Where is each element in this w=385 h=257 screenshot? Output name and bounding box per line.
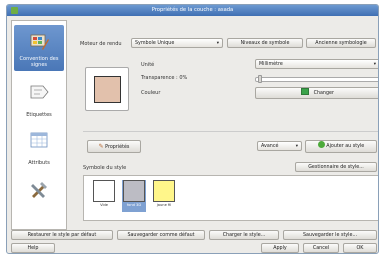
cancel-button[interactable]: Cancel: [303, 243, 339, 253]
style-symbol[interactable]: jaune fil: [152, 180, 176, 212]
sidebar-item-general[interactable]: [14, 173, 64, 219]
add-icon: [317, 141, 325, 148]
chevron-down-icon: ▾: [295, 144, 298, 149]
chevron-down-icon: ▾: [373, 62, 376, 67]
old-symbology-button[interactable]: Ancienne symbologie: [306, 38, 376, 48]
ok-button[interactable]: OK: [343, 243, 377, 253]
symbol-swatch: [123, 180, 145, 202]
label-icon: [30, 85, 49, 99]
change-label: Changer: [313, 91, 334, 96]
sidebar-item-label: Convention des signes: [19, 56, 59, 68]
renderer-label: Moteur de rendu: [80, 41, 122, 47]
transparency-slider[interactable]: [255, 77, 378, 82]
properties-label: Propriétés: [105, 145, 130, 150]
save-style-button[interactable]: Sauvegarder le style...: [283, 230, 377, 240]
restore-default-style-button[interactable]: Restaurer le style par défaut: [11, 230, 113, 240]
transparency-slider-handle[interactable]: [258, 75, 262, 83]
title-bar: Propriétés de la couche : asada: [7, 5, 378, 16]
add-to-style-button[interactable]: Ajouter au style: [305, 140, 377, 153]
apply-button[interactable]: Apply: [261, 243, 299, 253]
color-label: Couleur: [141, 90, 161, 96]
properties-button[interactable]: ✎ Propriétés: [87, 140, 141, 153]
style-manager-button[interactable]: Gestionnaire de style...: [295, 162, 377, 172]
help-button[interactable]: Help: [11, 243, 55, 253]
symbol-name: Vide: [100, 203, 108, 207]
symbol-levels-button[interactable]: Niveaux de symbole: [227, 38, 303, 48]
color-sample: [301, 88, 310, 95]
renderer-value: Symbole Unique: [135, 41, 175, 46]
load-style-button[interactable]: Charger le style...: [209, 230, 279, 240]
style-section-title: Symbole du style: [83, 165, 127, 171]
app-icon: [11, 7, 18, 14]
symbol-swatch: [153, 180, 175, 202]
window-title: Propriétés de la couche : asada: [151, 7, 234, 13]
sidebar-item-labels[interactable]: Etiquettes: [14, 75, 64, 121]
layer-properties-dialog: Propriétés de la couche : asada Conventi…: [6, 4, 379, 254]
symbol-name: jaune fil: [156, 203, 172, 207]
style-symbol-list: Vide fond 3D jaune fil: [83, 175, 378, 221]
advanced-menu[interactable]: Avancé ▾: [257, 141, 302, 151]
style-symbol[interactable]: fond 3D: [122, 180, 146, 212]
renderer-select[interactable]: Symbole Unique ▾: [131, 38, 223, 48]
table-icon: [30, 132, 48, 148]
sidebar-item-label: Attributs: [28, 160, 50, 166]
advanced-label: Avancé: [261, 144, 279, 149]
brush-palette-icon: [30, 34, 49, 50]
separator: [83, 131, 378, 132]
add-style-label: Ajouter au style: [326, 144, 365, 149]
transparency-label: Transparence : 0%: [141, 75, 188, 81]
save-as-default-button[interactable]: Sauvegarder comme défaut: [117, 230, 205, 240]
symbol-swatch: [93, 180, 115, 202]
wrench-icon: ✎: [98, 143, 104, 150]
sidebar-item-attributes[interactable]: Attributs: [14, 123, 64, 169]
change-color-button[interactable]: Changer: [255, 87, 378, 99]
sidebar-item-label: Etiquettes: [26, 112, 52, 118]
unit-select[interactable]: Millimètre ▾: [255, 59, 378, 69]
tools-icon: [31, 182, 47, 198]
chevron-down-icon: ▾: [216, 41, 219, 46]
sidebar: Convention des signes Etiquettes Attribu…: [11, 20, 67, 230]
symbol-preview: [85, 67, 129, 111]
sidebar-item-convention[interactable]: Convention des signes: [14, 25, 64, 71]
unit-value: Millimètre: [259, 62, 283, 67]
style-symbol[interactable]: Vide: [92, 180, 116, 212]
fill-swatch: [94, 76, 121, 103]
unit-label: Unité: [141, 62, 155, 68]
symbol-name: fond 3D: [126, 203, 142, 207]
